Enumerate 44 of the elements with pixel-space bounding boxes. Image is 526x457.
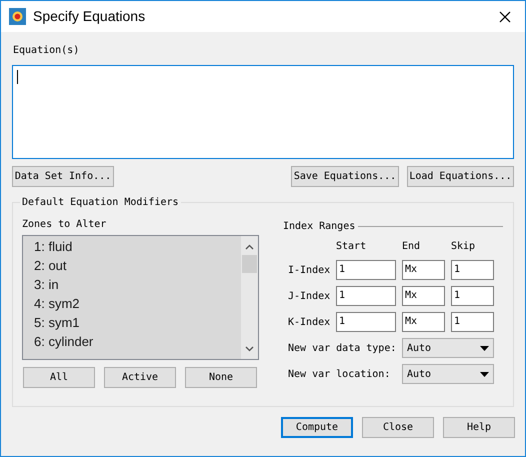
index-field[interactable]: 1 [451, 312, 494, 332]
text-cursor [17, 70, 18, 84]
group-title: Default Equation Modifiers [20, 195, 181, 210]
dialog-button[interactable]: Active [104, 367, 176, 388]
index-field[interactable]: 1 [336, 286, 396, 306]
equation-field[interactable] [12, 65, 514, 159]
index-field[interactable]: Mx [402, 286, 445, 306]
dropdown[interactable]: Auto [402, 364, 494, 384]
dialog-button[interactable]: Data Set Info... [12, 166, 114, 187]
dialog-button[interactable]: All [23, 367, 95, 388]
dialog-button[interactable]: None [185, 367, 257, 388]
column-heading: End [402, 240, 422, 254]
dropdown[interactable]: Auto [402, 338, 494, 358]
index-field[interactable]: 1 [336, 312, 396, 332]
index-field[interactable]: 1 [451, 260, 494, 280]
dialog-button[interactable]: Help [443, 417, 515, 438]
dialog-button[interactable]: Save Equations... [291, 166, 399, 187]
column-heading: Skip [451, 240, 476, 254]
close-icon[interactable] [499, 10, 511, 22]
zones-label: Zones to Alter [22, 218, 108, 232]
scroll-down-icon[interactable] [245, 346, 254, 352]
dialog-button[interactable]: Compute [281, 417, 353, 438]
zone-list[interactable]: 1: fluid 2: out 3: in 4: sym2 5: sym1 6: cylinder [22, 235, 259, 360]
index-field[interactable]: Mx [402, 260, 445, 280]
scroll-thumb[interactable] [242, 255, 257, 273]
index-label: J-Index [287, 290, 332, 304]
caret-icon [480, 372, 489, 376]
index-label: K-Index [287, 316, 332, 330]
caret-icon [480, 346, 489, 350]
column-heading: Start [336, 240, 368, 254]
app-icon [9, 8, 26, 25]
index-ranges-title: Index Ranges [283, 220, 356, 234]
option-label: New var data type: [287, 342, 398, 356]
window-title: Specify Equations [33, 7, 146, 26]
scroll-bar[interactable] [241, 236, 258, 359]
equations-label: Equation(s) [13, 44, 80, 58]
dialog-button[interactable]: Load Equations... [407, 166, 514, 187]
index-label: I-Index [287, 264, 332, 278]
scroll-up-icon[interactable] [245, 244, 254, 250]
index-field[interactable]: 1 [451, 286, 494, 306]
index-field[interactable]: Mx [402, 312, 445, 332]
option-label: New var location: [287, 368, 392, 382]
index-field[interactable]: 1 [336, 260, 396, 280]
dialog-button[interactable]: Close [362, 417, 434, 438]
